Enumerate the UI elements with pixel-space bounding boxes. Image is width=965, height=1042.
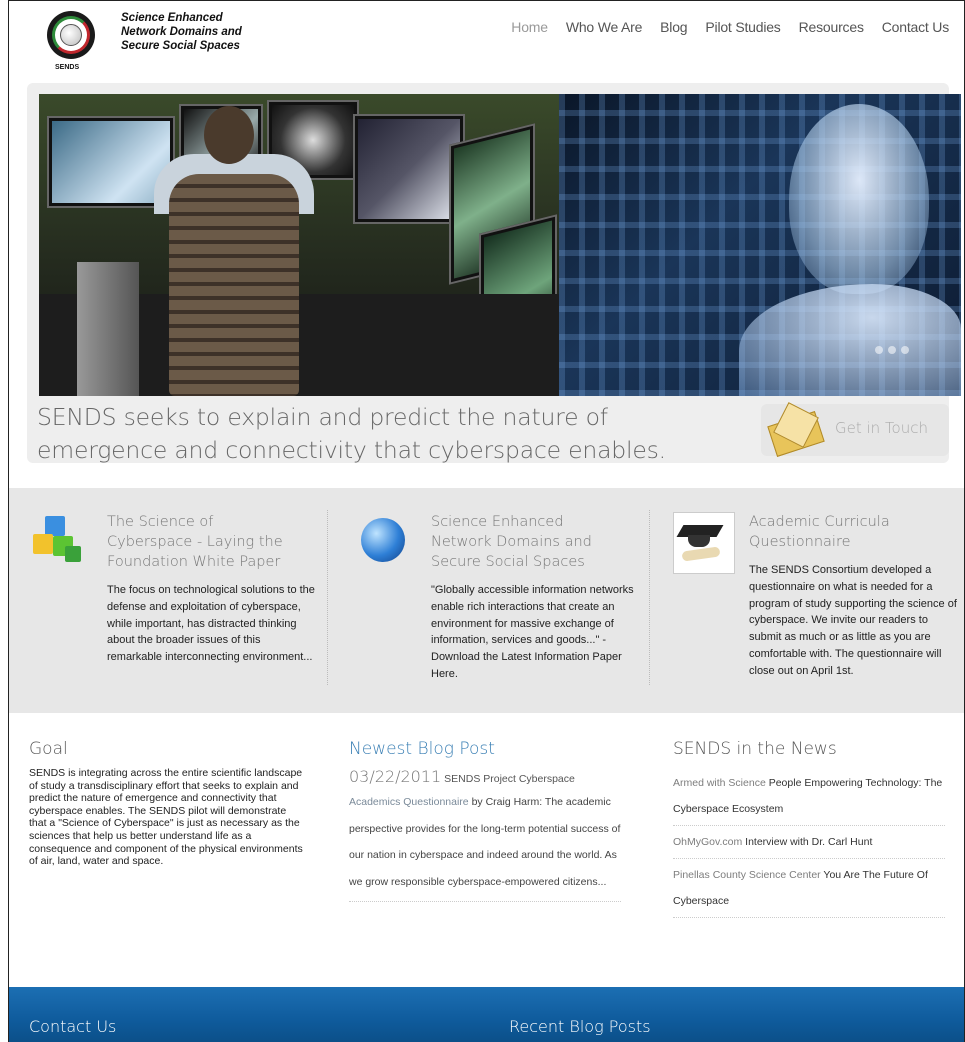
graduation-cap-icon [673,512,735,574]
logo-line: Network Domains and [121,26,242,38]
nav-blog[interactable]: Blog [651,19,696,35]
features-band: The Science of Cyberspace - Laying the F… [9,488,964,713]
news-item[interactable]: Armed with Science People Empowering Tec… [673,767,945,826]
divider [649,510,650,685]
goal-section: Goal SENDS is integrating across the ent… [29,739,305,868]
feature-text: The focus on technological solutions to … [107,584,315,664]
feature-title[interactable]: Science Enhanced Network Domains and Sec… [431,512,641,572]
feature-title[interactable]: Academic Curricula Questionnaire [749,512,959,552]
blog-section: Newest Blog Post 03/22/2011 SENDS Projec… [349,739,621,902]
nav-contact-us[interactable]: Contact Us [873,19,958,35]
footer-contact-heading: Contact Us [29,1017,117,1036]
news-title[interactable]: Interview with Dr. Carl Hunt [745,836,872,848]
news-section: SENDS in the News Armed with Science Peo… [673,739,945,918]
page-frame: SENDS Science Enhanced Network Domains a… [8,0,965,1042]
news-item[interactable]: OhMyGov.com Interview with Dr. Carl Hunt [673,826,945,859]
slide-dot[interactable] [901,346,909,354]
slide-dot[interactable] [875,346,883,354]
blog-link[interactable]: Academics Questionnaire [349,796,469,808]
footer-recent-posts-heading: Recent Blog Posts [509,1017,651,1036]
cubes-icon [31,516,83,568]
logo-subtitle: SENDS [55,64,80,71]
nav-home[interactable]: Home [502,19,557,35]
hero-slideshow[interactable] [39,94,961,396]
blog-heading[interactable]: Newest Blog Post [349,739,621,759]
blog-excerpt: by Craig Harm: The academic perspective … [349,796,621,888]
get-in-touch-button[interactable]: Get in Touch [761,402,949,457]
hero-tagline: SENDS seeks to explain and predict the n… [37,401,737,467]
tagline-line: SENDS seeks to explain and predict the n… [37,403,608,431]
site-logo[interactable]: SENDS Science Enhanced Network Domains a… [41,7,271,79]
slide-indicators[interactable] [875,346,909,354]
blog-title[interactable]: SENDS Project Cyberspace [444,773,575,785]
logo-text: Science Enhanced Network Domains and Sec… [121,11,242,53]
sends-logo-icon [47,11,95,59]
get-in-touch-label: Get in Touch [835,419,928,437]
goal-text: SENDS is integrating across the entire s… [29,767,303,868]
blog-date: 03/22/2011 [349,767,442,786]
feature-text: "Globally accessible information network… [431,584,634,680]
envelope-icon [767,402,825,457]
footer: Contact Us Recent Blog Posts [9,987,964,1042]
logo-line: Secure Social Spaces [121,40,240,52]
blog-post: 03/22/2011 SENDS Project Cyberspace Acad… [349,767,621,902]
news-source[interactable]: Pinellas County Science Center [673,869,821,881]
nav-resources[interactable]: Resources [790,19,873,35]
news-source[interactable]: OhMyGov.com [673,836,742,848]
logo-line: Science Enhanced [121,12,223,24]
nav-who-we-are[interactable]: Who We Are [557,19,651,35]
slide-dot[interactable] [888,346,896,354]
news-heading: SENDS in the News [673,739,837,759]
feature-text: The SENDS Consortium developed a questio… [749,564,957,677]
feature-title[interactable]: The Science of Cyberspace - Laying the F… [107,512,317,572]
nav-pilot-studies[interactable]: Pilot Studies [696,19,789,35]
hero-photo-radiology [39,94,559,396]
news-source[interactable]: Armed with Science [673,777,766,789]
news-item[interactable]: Pinellas County Science Center You Are T… [673,859,945,918]
globe-icon [361,518,405,562]
main-nav: Home Who We Are Blog Pilot Studies Resou… [502,19,958,35]
divider [327,510,328,685]
goal-heading: Goal [29,739,68,759]
tagline-line: emergence and connectivity that cyberspa… [37,436,666,464]
